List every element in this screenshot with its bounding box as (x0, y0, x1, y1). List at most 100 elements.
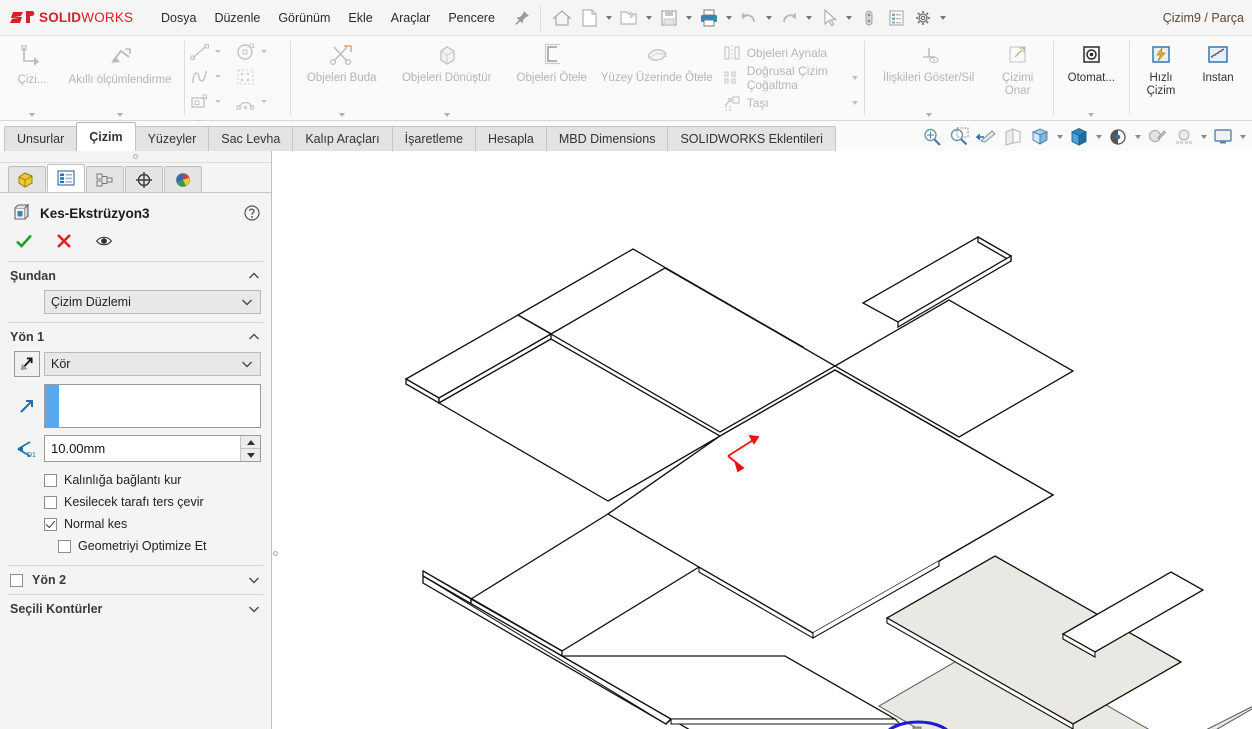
zoom-to-area-icon[interactable] (946, 125, 972, 149)
hide-show-items-icon[interactable] (1105, 125, 1131, 149)
line-icon[interactable] (187, 40, 213, 64)
tab-kalip-araclari[interactable]: Kalıp Araçları (292, 126, 393, 151)
flip-side-to-cut-checkbox[interactable]: Kesilecek tarafı ters çevir (0, 491, 271, 513)
pm-tab-configuration-manager[interactable] (86, 166, 124, 192)
link-to-thickness-checkbox[interactable]: Kalınlığa bağlantı kur (0, 469, 271, 491)
line-dropdown-caret[interactable] (213, 40, 223, 64)
circle-dropdown-caret[interactable] (259, 40, 269, 64)
view-orientation-icon[interactable] (1027, 125, 1053, 149)
spline-dropdown-caret[interactable] (213, 65, 223, 89)
select-dropdown-caret[interactable] (843, 5, 855, 31)
tab-sac-levha[interactable]: Sac Levha (208, 126, 294, 151)
from-condition-dropdown[interactable]: Çizim Düzlemi (44, 290, 261, 314)
save-icon[interactable] (656, 5, 682, 31)
auto-solve-dropdown-caret[interactable] (1088, 113, 1095, 117)
model-viewport[interactable] (273, 151, 1252, 729)
cancel-x-icon[interactable] (54, 231, 74, 251)
move-entities-dropdown-caret[interactable] (848, 101, 862, 105)
move-entities-row[interactable]: Taşı (719, 90, 862, 115)
linear-pattern-row[interactable]: Doğrusal Çizim Çoğaltma (719, 64, 862, 92)
convert-entities-button[interactable]: Objeleri Dönüştür (388, 39, 506, 117)
view-orientation-dropdown-caret[interactable] (1054, 125, 1065, 149)
undo-icon[interactable] (736, 5, 762, 31)
direction-2-enable-checkbox[interactable] (10, 573, 23, 587)
tab-solidworks-eklentileri[interactable]: SOLIDWORKS Eklentileri (667, 126, 836, 151)
view-settings-icon[interactable] (1210, 125, 1236, 149)
pm-tab-feature-manager[interactable] (8, 166, 46, 192)
menu-dosya[interactable]: Dosya (152, 7, 205, 29)
depth-input[interactable]: 10.00mm (44, 435, 261, 462)
zoom-to-fit-icon[interactable] (919, 125, 945, 149)
arc-dropdown-caret[interactable] (259, 90, 269, 114)
smart-dimension-dropdown-caret[interactable] (117, 113, 123, 117)
rectangle-icon[interactable] (187, 90, 213, 114)
tab-yuzeyler[interactable]: Yüzeyler (134, 126, 210, 151)
redo-icon[interactable] (776, 5, 802, 31)
chevron-down-icon[interactable] (247, 573, 261, 587)
chevron-down-icon[interactable] (240, 357, 254, 371)
direction-selection-box[interactable] (44, 384, 261, 428)
display-delete-relations-dropdown-caret[interactable] (925, 113, 932, 117)
menu-pencere[interactable]: Pencere (439, 7, 504, 29)
smart-dimension-button[interactable]: Akıllı ölçümlendirme (61, 39, 179, 117)
linear-pattern-dropdown-caret[interactable] (848, 76, 862, 80)
display-style-dropdown-caret[interactable] (1093, 125, 1104, 149)
pm-tab-property-manager[interactable] (47, 164, 85, 192)
menu-ekle[interactable]: Ekle (339, 7, 381, 29)
circle-icon[interactable] (233, 40, 259, 64)
pin-icon[interactable] (512, 8, 532, 28)
print-dropdown-caret[interactable] (723, 5, 735, 31)
graphics-area[interactable]: Parça1 (Varsayılan<... (273, 151, 1252, 729)
from-section-header[interactable]: Şundan (0, 262, 271, 290)
options-dropdown-caret[interactable] (937, 5, 949, 31)
save-dropdown-caret[interactable] (683, 5, 695, 31)
section-view-icon[interactable] (1000, 125, 1026, 149)
menu-gorunum[interactable]: Görünüm (269, 7, 339, 29)
tab-cizim[interactable]: Çizim (76, 122, 136, 151)
gear-icon[interactable] (910, 5, 936, 31)
home-icon[interactable] (549, 5, 575, 31)
chevron-up-icon[interactable] (247, 330, 261, 344)
open-dropdown-caret[interactable] (643, 5, 655, 31)
ok-checkmark-icon[interactable] (14, 231, 34, 251)
sketch-dropdown-caret[interactable] (29, 113, 35, 117)
help-icon[interactable] (243, 204, 261, 222)
new-document-icon[interactable] (576, 5, 602, 31)
selected-contours-section-header[interactable]: Seçili Kontürler (0, 595, 271, 623)
sketch-pattern-icon[interactable] (233, 65, 259, 89)
reverse-direction-button[interactable] (10, 351, 44, 377)
redo-dropdown-caret[interactable] (803, 5, 815, 31)
view-orientation-previous-icon[interactable] (973, 125, 999, 149)
display-style-icon[interactable] (1066, 125, 1092, 149)
view-settings-dropdown-caret[interactable] (1237, 125, 1248, 149)
optimize-geometry-checkbox[interactable]: Geometriyi Optimize Et (0, 535, 271, 557)
pm-tab-dimxpert-manager[interactable] (125, 166, 163, 192)
tab-mbd-dimensions[interactable]: MBD Dimensions (545, 126, 669, 151)
list-panel-icon[interactable] (883, 5, 909, 31)
spline-icon[interactable] (187, 65, 213, 89)
chevron-up-icon[interactable] (247, 269, 261, 283)
new-document-dropdown-caret[interactable] (603, 5, 615, 31)
auto-solve-button[interactable]: Otomat... (1058, 39, 1124, 117)
tab-unsurlar[interactable]: Unsurlar (4, 126, 78, 151)
panel-resize-dot[interactable] (273, 551, 278, 556)
chevron-down-icon[interactable] (247, 602, 261, 616)
open-folder-icon[interactable] (616, 5, 642, 31)
direction-2-section-header[interactable]: Yön 2 (0, 566, 271, 594)
hide-show-items-dropdown-caret[interactable] (1132, 125, 1143, 149)
apply-scene-icon[interactable] (1171, 125, 1197, 149)
repair-sketch-button[interactable]: Çizimi Onar (988, 39, 1048, 117)
trim-entities-dropdown-caret[interactable] (338, 113, 345, 117)
normal-cut-checkbox[interactable]: Normal kes (0, 513, 271, 535)
quick-snap-button[interactable]: Hızlı Çizim (1135, 39, 1187, 117)
print-icon[interactable] (696, 5, 722, 31)
depth-decrement-button[interactable] (241, 449, 260, 461)
menu-duzenle[interactable]: Düzenle (205, 7, 269, 29)
pm-tab-display-manager[interactable] (164, 166, 202, 192)
apply-scene-dropdown-caret[interactable] (1198, 125, 1209, 149)
offset-entities-button[interactable]: Objeleri Ötele (506, 39, 598, 117)
depth-increment-button[interactable] (241, 436, 260, 449)
chevron-down-icon[interactable] (240, 295, 254, 309)
capsule-icon[interactable] (856, 5, 882, 31)
menu-araclar[interactable]: Araçlar (382, 7, 440, 29)
